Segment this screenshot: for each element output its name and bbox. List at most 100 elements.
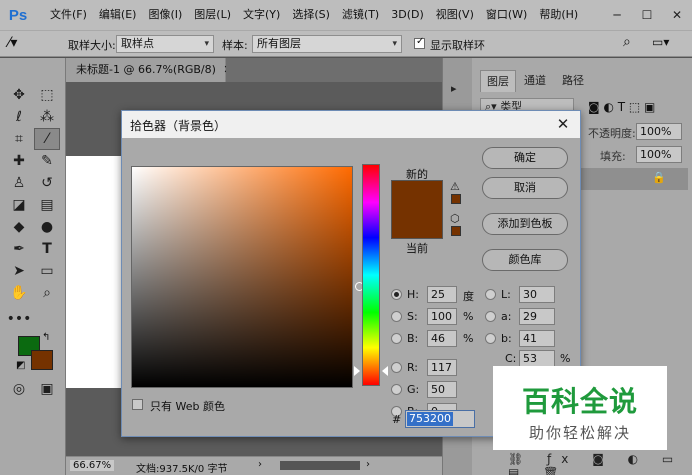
menu-image[interactable]: 图像(I) [142, 0, 188, 30]
lab-b-input[interactable]: 41 [519, 330, 555, 347]
type-tool-icon[interactable]: T [34, 238, 60, 260]
menu-3d[interactable]: 3D(D) [385, 0, 430, 30]
tab-layers[interactable]: 图层 [480, 70, 516, 92]
background-color-swatch[interactable] [31, 350, 53, 370]
screen-mode-icon[interactable]: ▣ [34, 378, 60, 400]
hue-slider[interactable] [362, 164, 380, 386]
menu-window[interactable]: 窗口(W) [480, 0, 533, 30]
add-to-swatches-button[interactable]: 添加到色板 [482, 213, 568, 235]
brightness-radio[interactable] [391, 333, 402, 344]
eraser-tool-icon[interactable]: ◪ [6, 194, 32, 216]
close-icon[interactable]: ✕ [552, 113, 574, 135]
color-libraries-button[interactable]: 颜色库 [482, 249, 568, 271]
path-select-tool-icon[interactable]: ➤ [6, 260, 32, 282]
more-tools-icon[interactable]: ••• [6, 308, 32, 330]
move-tool-icon[interactable]: ✥ [6, 84, 32, 106]
l-label: L: [501, 288, 511, 301]
current-color-swatch[interactable] [391, 210, 443, 239]
crop-tool-icon[interactable]: ⌗ [6, 128, 32, 150]
menu-filter[interactable]: 滤镜(T) [336, 0, 385, 30]
menu-select[interactable]: 选择(S) [286, 0, 336, 30]
watermark-title: 百科全说 [521, 385, 638, 418]
history-panel-icon[interactable]: ▸ [451, 82, 457, 95]
healing-tool-icon[interactable]: ✚ [6, 150, 32, 172]
sample-size-value: 取样点 [121, 37, 154, 50]
default-colors-icon[interactable]: ◩ [16, 360, 25, 371]
c-input[interactable]: 53 [519, 350, 555, 367]
ok-button[interactable]: 确定 [482, 147, 568, 169]
tool-preset-icon[interactable]: ⁄▾ [8, 35, 17, 51]
menu-view[interactable]: 视图(V) [430, 0, 480, 30]
horizontal-scrollbar[interactable] [280, 461, 360, 470]
show-ring-checkbox[interactable]: ✓ [414, 36, 425, 49]
hex-input[interactable]: 753200 [405, 410, 475, 428]
s-label: S: [407, 310, 418, 323]
sample-value: 所有图层 [257, 37, 301, 50]
cancel-button[interactable]: 取消 [482, 177, 568, 199]
status-arrow-icon[interactable]: › [258, 459, 262, 470]
l-radio[interactable] [485, 289, 496, 300]
sample-select[interactable]: 所有图层 ▾ [252, 35, 402, 53]
l-input[interactable]: 30 [519, 286, 555, 303]
menu-type[interactable]: 文字(Y) [237, 0, 286, 30]
hand-tool-icon[interactable]: ✋ [6, 282, 32, 304]
opacity-field[interactable]: 100% [636, 123, 682, 140]
red-radio[interactable] [391, 362, 402, 373]
hue-radio[interactable] [391, 289, 402, 300]
search-icon[interactable]: ⌕ [623, 34, 631, 50]
dodge-tool-icon[interactable]: ● [34, 216, 60, 238]
gamut-warning-icon: ⚠ [450, 180, 460, 193]
r-input[interactable]: 117 [427, 359, 457, 376]
color-field[interactable] [131, 166, 364, 388]
web-safe-swatch[interactable] [451, 226, 461, 236]
zoom-level[interactable]: 66.67% [70, 460, 115, 471]
sample-size-label: 取样大小: [68, 39, 116, 52]
document-tab[interactable]: 未标题-1 @ 66.7%(RGB/8) ✕ [66, 58, 233, 82]
scroll-right-icon[interactable]: › [366, 459, 370, 470]
close-window-button[interactable]: ✕ [662, 0, 692, 30]
layer-actions-icons[interactable]: ⛓ ƒx ◙ ◐ ▭ ▤ 🗑 [508, 452, 692, 475]
brush-tool-icon[interactable]: ✎ [34, 150, 60, 172]
fill-field[interactable]: 100% [636, 146, 682, 163]
g-input[interactable]: 50 [427, 381, 457, 398]
eyedropper-tool-icon[interactable]: ⁄ [34, 128, 60, 150]
menu-help[interactable]: 帮助(H) [533, 0, 584, 30]
lab-b-radio[interactable] [485, 333, 496, 344]
lasso-tool-icon[interactable]: ℓ [6, 106, 32, 128]
shape-tool-icon[interactable]: ▭ [34, 260, 60, 282]
a-radio[interactable] [485, 311, 496, 322]
hue-slider-right-arrow-icon[interactable] [382, 366, 388, 376]
l-value: 30 [523, 288, 537, 301]
maximize-button[interactable]: ☐ [632, 0, 662, 30]
quick-mask-icon[interactable]: ◎ [6, 378, 32, 400]
s-input[interactable]: 100 [427, 308, 457, 325]
h-input[interactable]: 25 [427, 286, 457, 303]
minimize-button[interactable]: ─ [602, 0, 632, 30]
gamut-swatch[interactable] [451, 194, 461, 204]
marquee-tool-icon[interactable]: ⬚ [34, 84, 60, 106]
a-input[interactable]: 29 [519, 308, 555, 325]
gradient-tool-icon[interactable]: ▤ [34, 194, 60, 216]
menu-layer[interactable]: 图层(L) [188, 0, 237, 30]
menu-edit[interactable]: 编辑(E) [93, 0, 143, 30]
tab-channels[interactable]: 通道 [518, 70, 552, 92]
hue-slider-left-arrow-icon[interactable] [354, 366, 360, 376]
saturation-radio[interactable] [391, 311, 402, 322]
sample-size-select[interactable]: 取样点 ▾ [116, 35, 214, 53]
checkmark-icon: ✓ [416, 36, 425, 47]
zoom-tool-icon[interactable]: ⌕ [34, 282, 60, 304]
history-brush-tool-icon[interactable]: ↺ [34, 172, 60, 194]
tab-paths[interactable]: 路径 [556, 70, 590, 92]
magic-wand-tool-icon[interactable]: ⁂ [34, 106, 60, 128]
menu-file[interactable]: 文件(F) [44, 0, 93, 30]
filter-icons[interactable]: ◙ ◐ T ⬚ ▣ [588, 100, 655, 114]
stamp-tool-icon[interactable]: ♙ [6, 172, 32, 194]
b-input[interactable]: 46 [427, 330, 457, 347]
swap-colors-icon[interactable]: ↰ [42, 332, 50, 343]
opacity-value: 100% [640, 125, 672, 138]
pen-tool-icon[interactable]: ✒ [6, 238, 32, 260]
workspace-icon[interactable]: ▭▾ [652, 35, 669, 49]
web-colors-only-checkbox[interactable] [132, 399, 143, 410]
blur-tool-icon[interactable]: ◆ [6, 216, 32, 238]
green-radio[interactable] [391, 384, 402, 395]
